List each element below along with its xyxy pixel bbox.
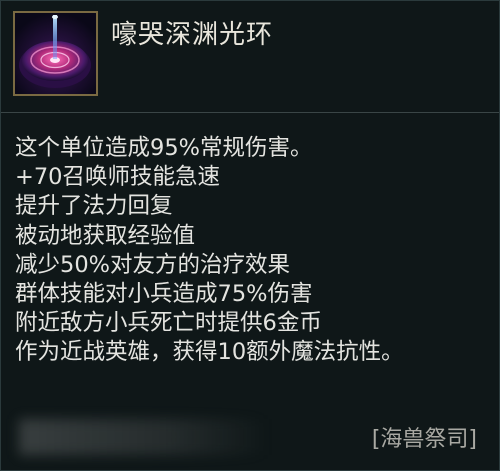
blurred-watermark <box>19 419 269 455</box>
champion-tag: [海兽祭司] <box>371 427 477 452</box>
header-divider <box>1 112 499 113</box>
stat-line: 作为近战英雄，获得10额外魔法抗性。 <box>15 339 404 366</box>
stat-line: 减少50%对友方的治疗效果 <box>15 251 291 278</box>
item-tooltip: 嚎哭深渊光环 这个单位造成95%常规伤害。 +70召唤师技能急速 提升了法力回复… <box>0 0 500 471</box>
stat-line: 附近敌方小兵死亡时提供6金币 <box>15 310 322 337</box>
item-name: 嚎哭深渊光环 <box>111 20 274 50</box>
tooltip-header: 嚎哭深渊光环 <box>1 1 499 109</box>
stat-line: 提升了法力回复 <box>15 193 173 220</box>
stats-list: 这个单位造成95%常规伤害。 +70召唤师技能急速 提升了法力回复 被动地获取经… <box>15 134 485 368</box>
stat-line: 群体技能对小兵造成75%伤害 <box>15 280 313 307</box>
stat-line: 这个单位造成95%常规伤害。 <box>15 135 313 161</box>
stat-line: +70召唤师技能急速 <box>15 164 220 191</box>
stat-line: 被动地获取经验值 <box>15 222 196 249</box>
wailing-abyss-aura-icon <box>13 11 98 96</box>
